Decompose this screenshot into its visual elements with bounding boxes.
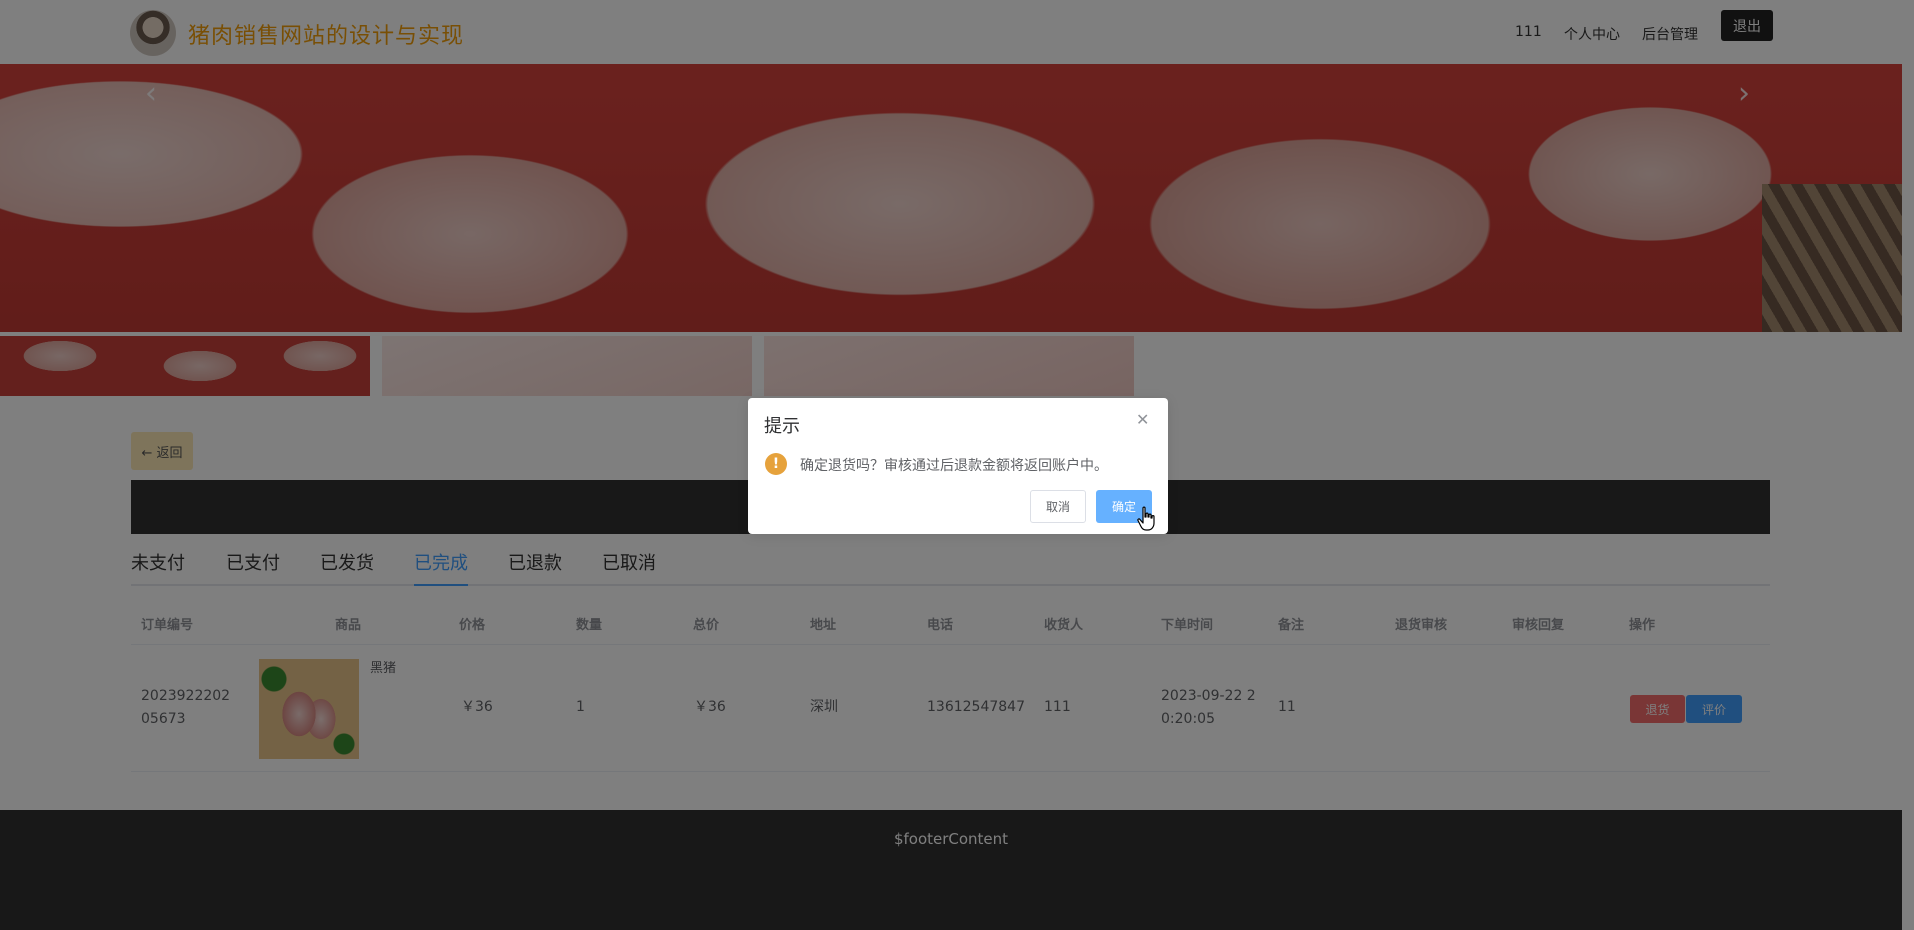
dialog-title: 提示 <box>764 416 800 437</box>
dialog-message: 确定退货吗？审核通过后退款金额将返回账户中。 <box>800 458 1108 474</box>
cancel-button[interactable]: 取消 <box>1030 490 1086 523</box>
close-icon[interactable]: ✕ <box>1136 410 1149 429</box>
confirm-dialog: 提示 ✕ ! 确定退货吗？审核通过后退款金额将返回账户中。 取消 确定 <box>748 398 1168 534</box>
warning-icon: ! <box>765 453 787 475</box>
